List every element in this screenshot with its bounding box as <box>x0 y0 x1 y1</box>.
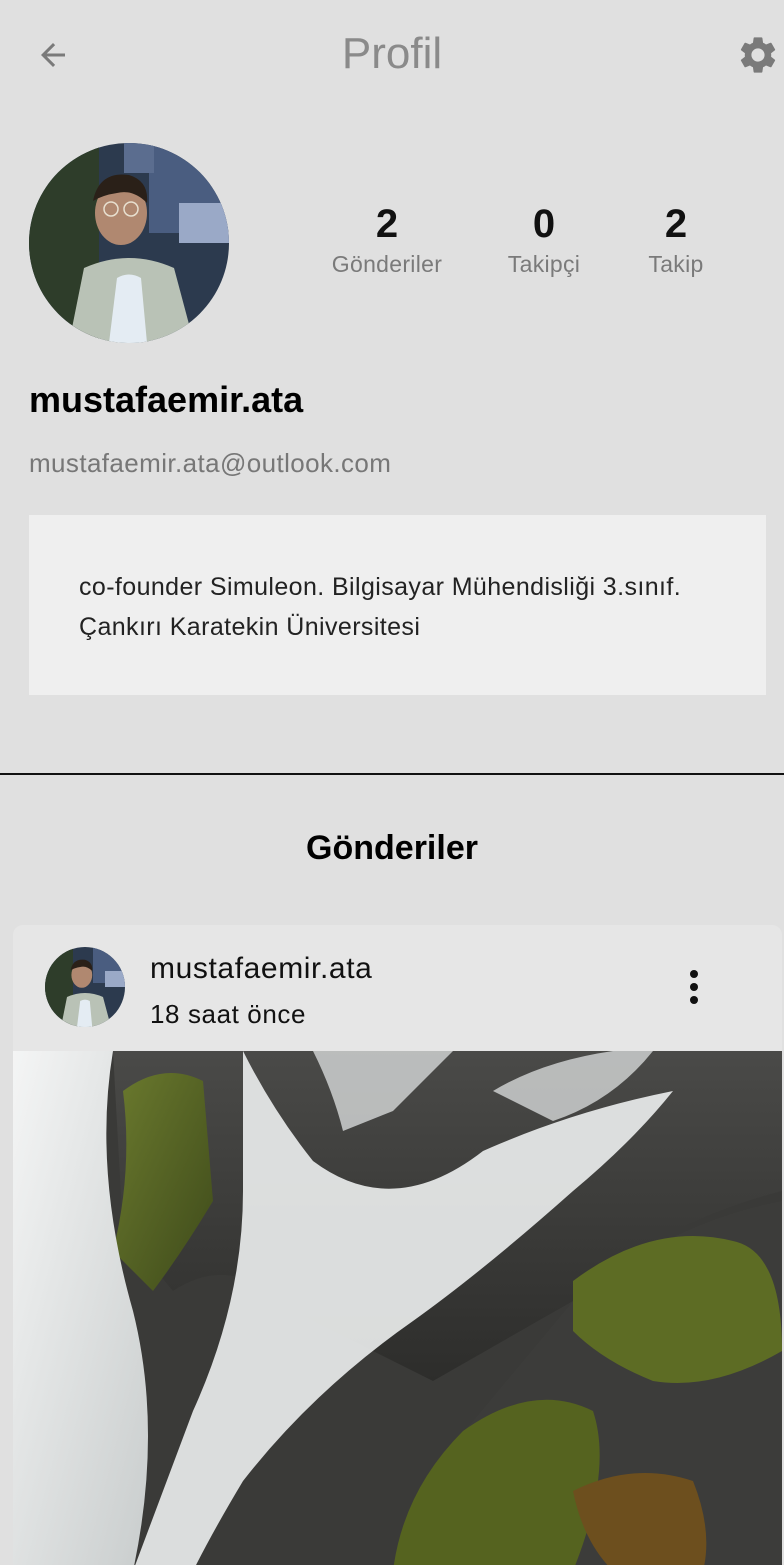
posts-section-title: Gönderiler <box>306 829 478 867</box>
followers-count: 0 <box>532 202 556 246</box>
settings-button[interactable] <box>734 32 782 78</box>
bio-text: co-founder Simuleon. Bilgisayar Mühendis… <box>79 573 682 641</box>
post-menu-button[interactable] <box>674 963 714 1011</box>
gear-icon <box>740 37 776 73</box>
posts-label: Gönderiler <box>331 251 443 277</box>
post-author-name[interactable]: mustafaemir.ata <box>150 951 372 987</box>
stat-posts[interactable]: 2 Gönderiler <box>318 200 456 278</box>
stat-following[interactable]: 2 Takip <box>636 200 716 278</box>
following-count: 2 <box>664 202 688 246</box>
followers-label: Takipçi <box>507 251 581 277</box>
more-vertical-icon <box>690 970 698 1004</box>
profile-avatar[interactable] <box>29 143 229 343</box>
section-divider <box>0 773 784 775</box>
post-timestamp: 18 saat önce <box>150 999 307 1029</box>
page-title: Profil <box>341 29 443 78</box>
stat-followers[interactable]: 0 Takipçi <box>494 200 594 278</box>
post-author-avatar[interactable] <box>45 947 125 1027</box>
app-bar: Profil <box>0 0 784 108</box>
post-header: mustafaemir.ata 18 saat önce <box>13 925 782 1051</box>
profile-username: mustafaemir.ata <box>29 379 304 420</box>
following-label: Takip <box>648 251 704 277</box>
post-image[interactable] <box>13 1051 782 1565</box>
posts-count: 2 <box>375 202 399 246</box>
profile-email: mustafaemir.ata@outlook.com <box>29 448 392 478</box>
post-card[interactable]: mustafaemir.ata 18 saat önce <box>13 925 782 1565</box>
bio-box: co-founder Simuleon. Bilgisayar Mühendis… <box>29 515 766 695</box>
